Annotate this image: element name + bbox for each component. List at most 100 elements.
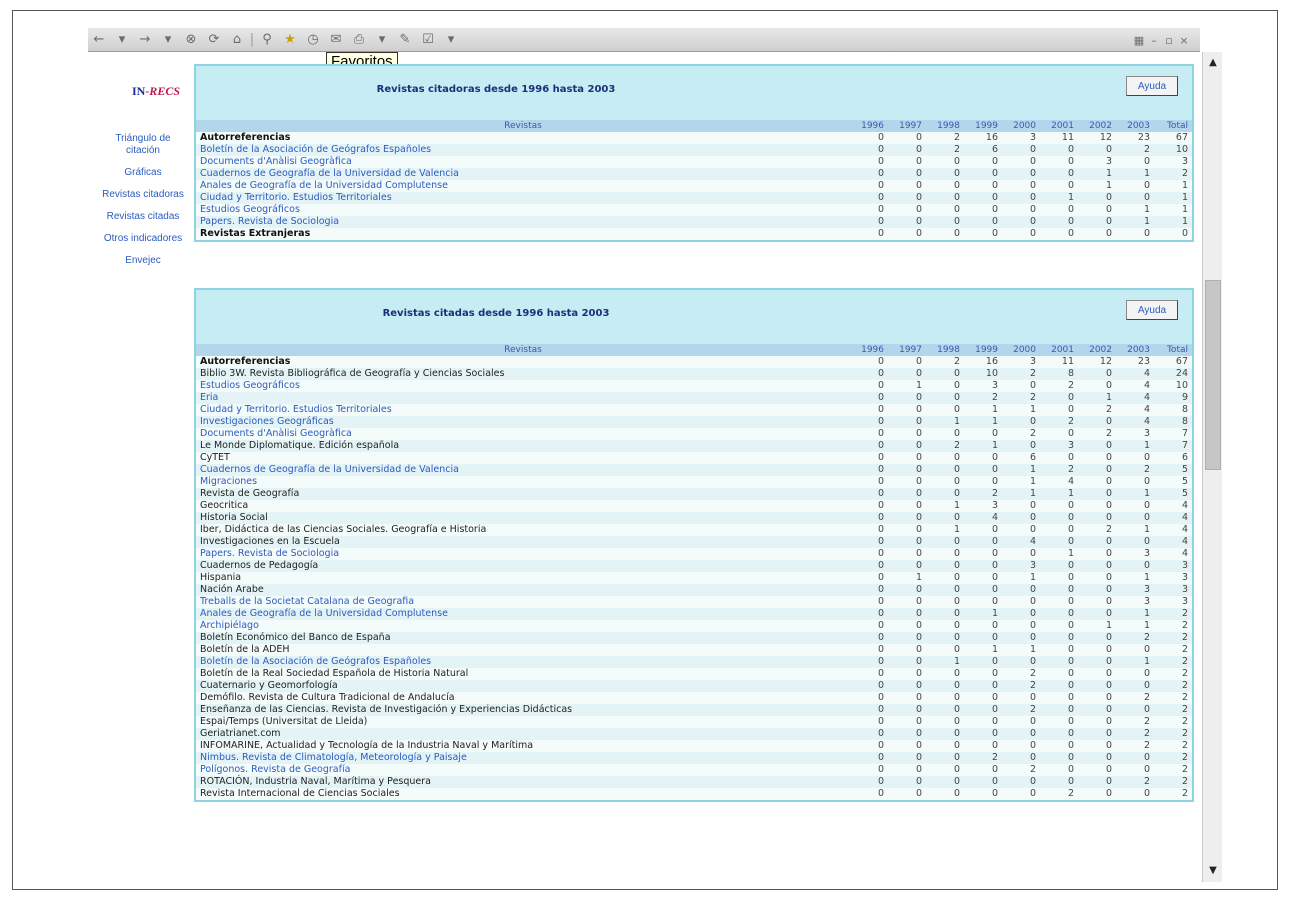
home-icon[interactable]: ⌂	[226, 30, 248, 50]
in-recs-logo[interactable]: IN-RECS	[100, 84, 180, 99]
citation-count: 0	[1040, 776, 1078, 788]
citation-count: 2	[1078, 404, 1116, 416]
stop-icon[interactable]: ⊗	[180, 30, 202, 50]
journal-link[interactable]: Treballs de la Societat Catalana de Geog…	[196, 596, 850, 608]
citation-count: 0	[1002, 752, 1040, 764]
discuss-icon[interactable]: ☑	[417, 30, 439, 50]
close-icon[interactable]: ×	[1177, 30, 1191, 50]
journal-link[interactable]: Estudios Geográficos	[196, 380, 850, 392]
citation-count: 0	[850, 608, 888, 620]
column-header-revistas: Revistas	[196, 344, 850, 356]
forward-icon[interactable]: →	[134, 30, 156, 50]
journal-link[interactable]: Nimbus. Revista de Climatología, Meteoro…	[196, 752, 850, 764]
journal-link[interactable]: Polígonos. Revista de Geografía	[196, 764, 850, 776]
journal-link[interactable]: Documents d'Anàlisi Geogràfica	[196, 156, 850, 168]
nav-link-graficas[interactable]: Gráficas	[100, 167, 186, 179]
journal-link[interactable]: Boletín de la Asociación de Geógrafos Es…	[196, 144, 850, 156]
window-controls: ▦ – ▫ ×	[1132, 30, 1192, 50]
journal-link[interactable]: Cuadernos de Geografía de la Universidad…	[196, 464, 850, 476]
dropdown-icon[interactable]: ▾	[371, 30, 393, 50]
citation-count: 0	[888, 500, 926, 512]
citation-count: 0	[888, 716, 926, 728]
table-row: Biblio 3W. Revista Bibliográfica de Geog…	[196, 368, 1192, 380]
journal-link[interactable]: Eria	[196, 392, 850, 404]
citation-count: 0	[1078, 740, 1116, 752]
journal-link[interactable]: Archipiélago	[196, 620, 850, 632]
citation-count: 0	[888, 704, 926, 716]
print-icon[interactable]: ⎙	[348, 30, 370, 50]
citation-count: 1	[1116, 620, 1154, 632]
citation-count: 2	[1154, 608, 1192, 620]
mail-icon[interactable]: ✉	[325, 30, 347, 50]
favorites-icon[interactable]: ★	[279, 30, 301, 50]
journal-link[interactable]: Cuadernos de Geografía de la Universidad…	[196, 168, 850, 180]
citation-count: 0	[1116, 752, 1154, 764]
citation-count: 2	[1154, 680, 1192, 692]
journal-link[interactable]: Estudios Geográficos	[196, 204, 850, 216]
citation-count: 0	[1078, 764, 1116, 776]
minimize-icon[interactable]: –	[1147, 30, 1161, 50]
citation-count: 0	[850, 656, 888, 668]
journal-link[interactable]: Ciudad y Territorio. Estudios Territoria…	[196, 192, 850, 204]
citation-count: 0	[1040, 500, 1078, 512]
citation-count: 0	[1040, 596, 1078, 608]
dropdown-icon[interactable]: ▾	[157, 30, 179, 50]
restore-icon[interactable]: ▫	[1162, 30, 1176, 50]
edit-icon[interactable]: ✎	[394, 30, 416, 50]
journal-link[interactable]: Anales de Geografía de la Universidad Co…	[196, 180, 850, 192]
help-button[interactable]: Ayuda	[1126, 76, 1178, 96]
nav-link-revistas-citadas[interactable]: Revistas citadas	[100, 211, 186, 223]
scroll-down-icon[interactable]: ▼	[1206, 864, 1220, 878]
journal-link[interactable]: Investigaciones Geográficas	[196, 416, 850, 428]
citation-count: 1	[926, 656, 964, 668]
citation-count: 2	[1154, 788, 1192, 800]
citation-count: 0	[926, 776, 964, 788]
citation-count: 0	[1040, 168, 1078, 180]
citation-count: 2	[964, 752, 1002, 764]
citation-count: 0	[964, 228, 1002, 240]
journal-link[interactable]: Anales de Geografía de la Universidad Co…	[196, 608, 850, 620]
search-icon[interactable]: ⚲	[256, 30, 278, 50]
column-header-2000: 2000	[1002, 120, 1040, 132]
citation-count: 0	[1116, 644, 1154, 656]
journal-link[interactable]: Documents d'Anàlisi Geogràfica	[196, 428, 850, 440]
citation-count: 0	[1116, 228, 1154, 240]
dropdown-icon[interactable]: ▾	[111, 30, 133, 50]
table-row: Anales de Geografía de la Universidad Co…	[196, 180, 1192, 192]
citation-count: 0	[964, 668, 1002, 680]
citation-count: 1	[1116, 656, 1154, 668]
citation-count: 0	[926, 216, 964, 228]
journal-link[interactable]: Papers. Revista de Sociologia	[196, 216, 850, 228]
dropdown-icon[interactable]: ▾	[440, 30, 462, 50]
citation-count: 0	[1002, 216, 1040, 228]
citation-count: 0	[850, 228, 888, 240]
history-icon[interactable]: ◷	[302, 30, 324, 50]
citation-count: 4	[1154, 536, 1192, 548]
journal-link[interactable]: Papers. Revista de Sociologia	[196, 548, 850, 560]
scroll-up-icon[interactable]: ▲	[1206, 56, 1220, 70]
back-icon[interactable]: ←	[88, 30, 110, 50]
scroll-thumb[interactable]	[1205, 280, 1221, 470]
citation-count: 0	[1078, 632, 1116, 644]
citation-count: 1	[926, 524, 964, 536]
journal-link[interactable]: Ciudad y Territorio. Estudios Territoria…	[196, 404, 850, 416]
column-header-2003: 2003	[1116, 344, 1154, 356]
column-header-total: Total	[1154, 344, 1192, 356]
table-row: Cuadernos de Pedagogía 0 0 0 0 3 0 0 0 3	[196, 560, 1192, 572]
journal-link[interactable]: Migraciones	[196, 476, 850, 488]
citation-count: 2	[1002, 428, 1040, 440]
citation-count: 0	[850, 132, 888, 144]
citation-count: 1	[964, 608, 1002, 620]
nav-link-triangulo[interactable]: Triángulo de citación	[100, 133, 186, 157]
citation-count: 11	[1040, 356, 1078, 368]
nav-link-otros-indicadores[interactable]: Otros indicadores	[100, 233, 186, 245]
citation-count: 3	[1154, 560, 1192, 572]
refresh-icon[interactable]: ⟳	[203, 30, 225, 50]
citation-count: 0	[1040, 704, 1078, 716]
nav-link-revistas-citadoras[interactable]: Revistas citadoras	[100, 189, 186, 201]
journal-link[interactable]: Boletín de la Asociación de Geógrafos Es…	[196, 656, 850, 668]
nav-link-envejec[interactable]: Envejec	[100, 255, 186, 267]
help-button[interactable]: Ayuda	[1126, 300, 1178, 320]
table-row: Treballs de la Societat Catalana de Geog…	[196, 596, 1192, 608]
vertical-scrollbar[interactable]: ▲ ▼	[1202, 52, 1222, 882]
